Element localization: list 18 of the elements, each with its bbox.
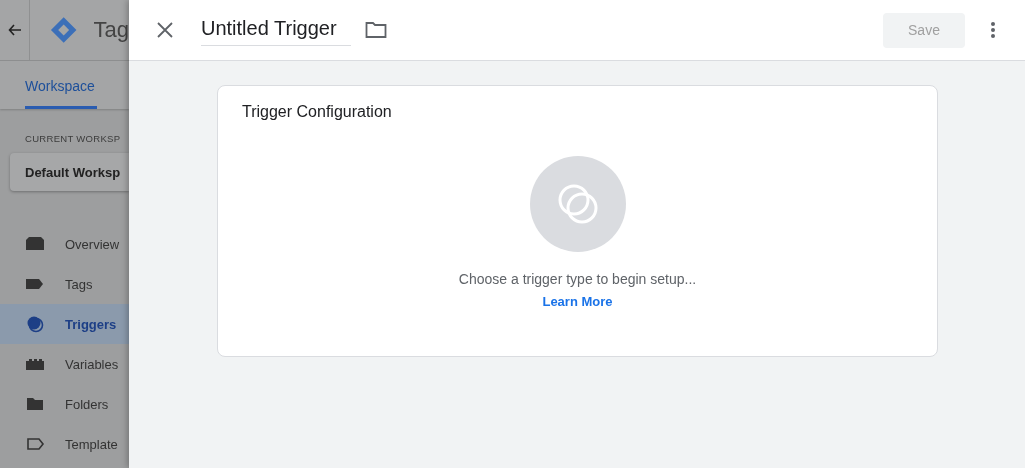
sidebar-item[interactable]: Variables [0,344,129,384]
learn-more-link[interactable]: Learn More [542,294,613,309]
card-title: Trigger Configuration [242,103,392,121]
workspace-selector[interactable]: Default Worksp [10,153,129,191]
folder-icon[interactable] [365,21,387,39]
product-name: Tag [93,17,129,43]
sidebar-item[interactable]: Template [0,424,129,464]
section-label: CURRENT WORKSP [25,133,122,144]
trigger-icon [25,314,45,334]
sidebar-item[interactable]: Tags [0,264,129,304]
sidebar-item[interactable]: Triggers [0,304,129,344]
more-icon [990,21,996,39]
diamond-logo-icon [50,15,78,45]
close-icon [157,22,173,38]
sidebar-item[interactable]: Overview [0,224,129,264]
setup-prompt: Choose a trigger type to begin setup... [458,271,697,287]
back-arrow-icon [7,23,22,37]
sidebar-item[interactable]: Folders [0,384,129,424]
